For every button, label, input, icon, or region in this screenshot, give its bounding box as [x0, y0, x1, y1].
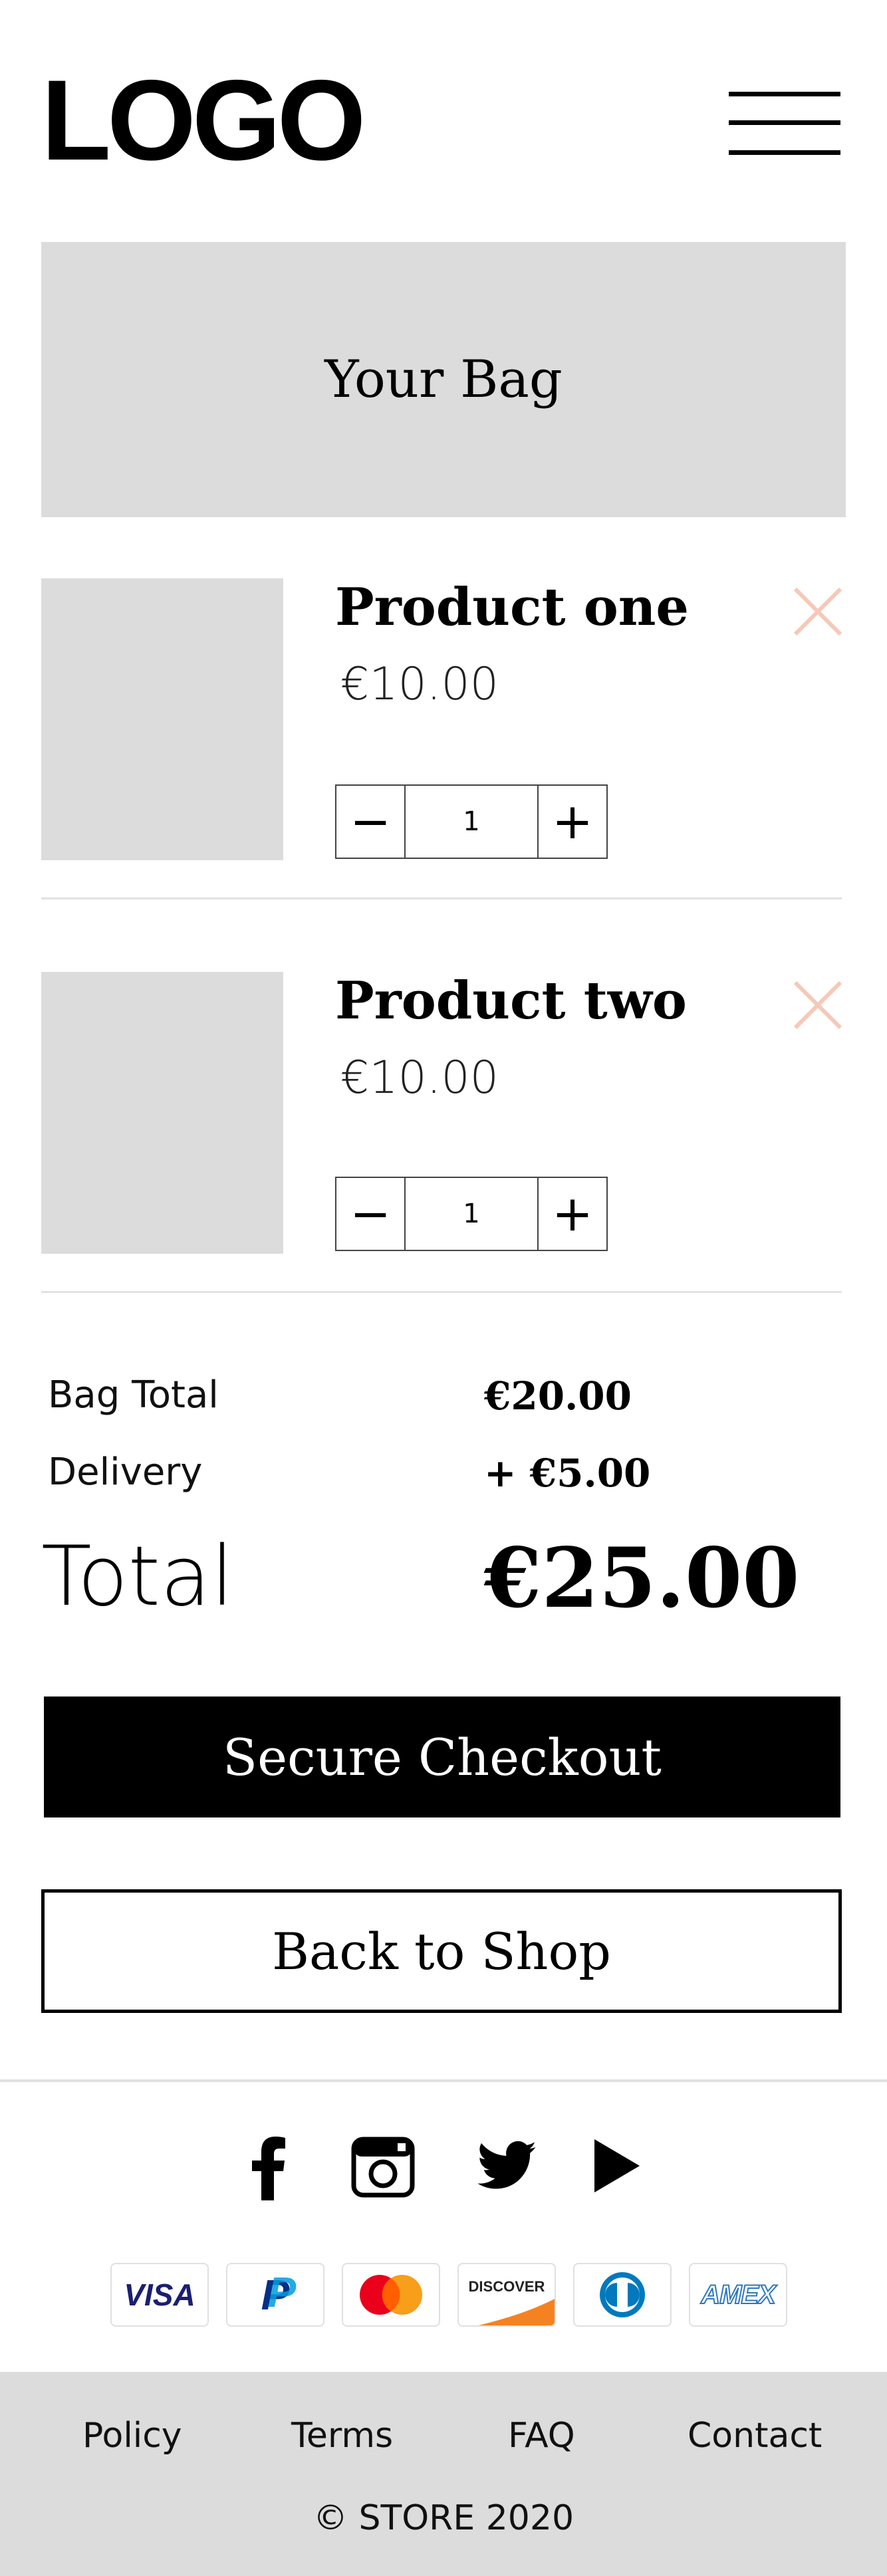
item-divider: [41, 1291, 842, 1293]
product-price: €10.00: [340, 1052, 499, 1104]
bag-header-banner: Your Bag: [41, 242, 846, 517]
youtube-play-icon[interactable]: [593, 2138, 641, 2194]
quantity-value[interactable]: 1: [404, 786, 539, 858]
quantity-value[interactable]: 1: [404, 1178, 539, 1250]
back-to-shop-button[interactable]: Back to Shop: [41, 1889, 842, 2013]
item-divider: [41, 897, 842, 899]
footer-link-contact[interactable]: Contact: [688, 2416, 822, 2456]
logo[interactable]: LOGO: [41, 63, 366, 177]
total-label: Total: [41, 1529, 234, 1625]
decrease-qty-button[interactable]: −: [336, 786, 404, 858]
product-image-placeholder[interactable]: [41, 578, 283, 860]
twitter-icon[interactable]: [477, 2141, 537, 2191]
increase-qty-button[interactable]: +: [539, 1178, 606, 1250]
instagram-icon[interactable]: [351, 2137, 415, 2198]
footer-link-policy[interactable]: Policy: [82, 2416, 182, 2456]
paypal-logo: P P: [226, 2263, 324, 2327]
footer-link-faq[interactable]: FAQ: [508, 2416, 575, 2456]
product-image-placeholder[interactable]: [41, 972, 283, 1254]
copyright-text: © STORE 2020: [313, 2498, 574, 2538]
discover-logo: DISCOVER: [457, 2263, 556, 2327]
footer-link-terms[interactable]: Terms: [291, 2416, 393, 2456]
amex-logo: AMEX: [689, 2263, 787, 2327]
secure-checkout-button[interactable]: Secure Checkout: [44, 1697, 840, 1817]
product-price: €10.00: [340, 658, 499, 711]
hamburger-menu-icon[interactable]: [729, 92, 840, 158]
delivery-label: Delivery: [48, 1451, 203, 1494]
diners-club-logo: [573, 2263, 672, 2327]
visa-logo: VISA: [110, 2263, 209, 2327]
footer-bar: [0, 2372, 887, 2576]
mastercard-logo: [342, 2263, 440, 2327]
facebook-icon[interactable]: [249, 2134, 289, 2200]
bag-total-label: Bag Total: [48, 1373, 219, 1417]
remove-item-close-icon[interactable]: [793, 980, 843, 1030]
increase-qty-button[interactable]: +: [539, 786, 606, 858]
quantity-stepper: − 1 +: [335, 1177, 608, 1251]
remove-item-close-icon[interactable]: [793, 586, 843, 637]
product-name[interactable]: Product one: [335, 577, 689, 638]
decrease-qty-button[interactable]: −: [336, 1178, 404, 1250]
product-name[interactable]: Product two: [335, 971, 687, 1031]
total-value: €25.00: [484, 1530, 800, 1627]
quantity-stepper: − 1 +: [335, 784, 608, 859]
bag-total-value: €20.00: [484, 1373, 632, 1419]
footer-divider: [0, 2079, 887, 2082]
delivery-value: + €5.00: [484, 1451, 651, 1496]
page-title: Your Bag: [324, 350, 563, 410]
